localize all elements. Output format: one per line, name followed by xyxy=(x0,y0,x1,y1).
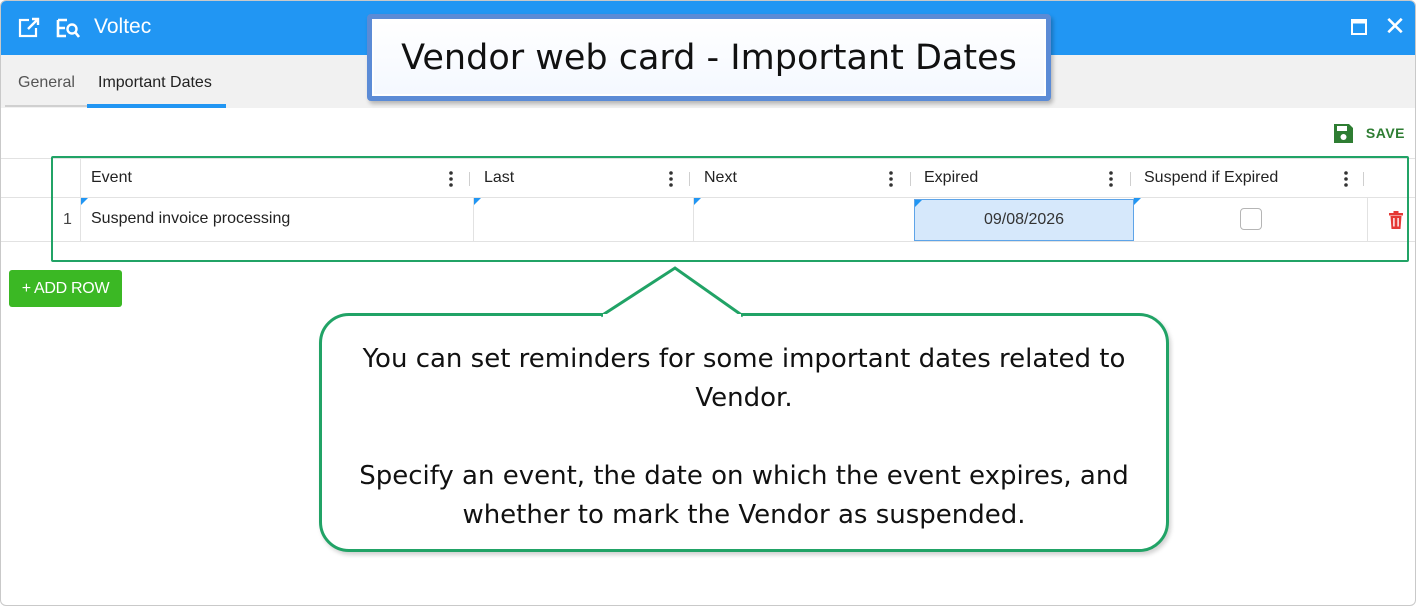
cell-event-value: Suspend invoice processing xyxy=(91,210,291,227)
column-header-suspend-if-expired[interactable]: Suspend if Expired xyxy=(1133,159,1367,198)
column-header-event[interactable]: Event xyxy=(80,159,473,198)
tab-divider xyxy=(5,105,87,107)
tab-general[interactable]: General xyxy=(18,74,75,92)
edit-marker xyxy=(81,198,88,205)
column-label: Event xyxy=(91,169,132,186)
column-separator[interactable] xyxy=(469,172,470,186)
info-bubble-line: whether to mark the Vendor as suspended. xyxy=(462,500,1026,530)
cell-expired[interactable]: 09/08/2026 xyxy=(914,199,1134,241)
info-bubble-paragraph-2: Specify an event, the date on which the … xyxy=(322,457,1166,535)
save-button[interactable]: SAVE xyxy=(1333,121,1405,145)
add-row-button[interactable]: + ADD ROW xyxy=(9,270,122,307)
column-menu-icon[interactable] xyxy=(1108,169,1114,189)
maximize-icon[interactable] xyxy=(1351,19,1367,35)
active-tab-indicator xyxy=(87,104,226,108)
info-bubble-line: Vendor. xyxy=(695,383,793,413)
column-separator[interactable] xyxy=(689,172,690,186)
title-callout: Vendor web card - Important Dates xyxy=(367,14,1051,101)
cell-last[interactable] xyxy=(473,198,693,241)
title-callout-text: Vendor web card - Important Dates xyxy=(401,38,1017,78)
save-label: SAVE xyxy=(1365,125,1405,141)
info-bubble-line: You can set reminders for some important… xyxy=(362,344,1126,374)
delete-row-icon[interactable] xyxy=(1388,211,1404,229)
column-label: Next xyxy=(704,169,737,186)
column-menu-icon[interactable] xyxy=(888,169,894,189)
window-title: Voltec xyxy=(94,15,152,38)
cell-next[interactable] xyxy=(693,198,913,241)
info-bubble-pointer xyxy=(600,266,744,318)
column-menu-icon[interactable] xyxy=(668,169,674,189)
cell-event[interactable]: Suspend invoice processing xyxy=(80,198,473,241)
row-number-divider xyxy=(80,159,81,198)
table-row[interactable]: 1 Suspend invoice processing xyxy=(1,198,1415,242)
edit-marker xyxy=(915,200,922,207)
close-icon[interactable]: ✕ xyxy=(1383,13,1407,39)
info-bubble: You can set reminders for some important… xyxy=(319,313,1169,552)
column-separator[interactable] xyxy=(1130,172,1131,186)
column-separator[interactable] xyxy=(910,172,911,186)
column-header-next[interactable]: Next xyxy=(693,159,913,198)
column-label: Last xyxy=(484,169,515,186)
column-header-last[interactable]: Last xyxy=(473,159,693,198)
floppy-disk-icon xyxy=(1333,123,1353,143)
column-header-expired[interactable]: Expired xyxy=(913,159,1133,198)
edit-marker xyxy=(694,198,701,205)
grid-header: Event Last Next Expired Suspend if Expir xyxy=(1,158,1415,198)
column-menu-icon[interactable] xyxy=(1343,169,1349,189)
column-label: Suspend if Expired xyxy=(1144,169,1279,186)
info-bubble-line: Specify an event, the date on which the … xyxy=(359,461,1129,491)
cell-expired-value: 09/08/2026 xyxy=(983,211,1065,228)
column-label: Expired xyxy=(924,169,979,186)
edit-marker xyxy=(1134,198,1141,205)
tab-important-dates[interactable]: Important Dates xyxy=(98,74,212,92)
row-number: 1 xyxy=(63,211,72,228)
column-menu-icon[interactable] xyxy=(448,169,454,189)
record-search-icon[interactable] xyxy=(56,16,80,40)
column-separator[interactable] xyxy=(1363,172,1364,186)
important-dates-grid: Event Last Next Expired Suspend if Expir xyxy=(1,158,1415,243)
open-external-icon[interactable] xyxy=(17,16,41,40)
edit-marker xyxy=(474,198,481,205)
info-bubble-paragraph-1: You can set reminders for some important… xyxy=(322,340,1166,418)
vendor-card-window: Voltec ✕ General Important Dates SAVE Ev… xyxy=(0,0,1416,606)
suspend-if-expired-checkbox[interactable] xyxy=(1240,208,1262,230)
